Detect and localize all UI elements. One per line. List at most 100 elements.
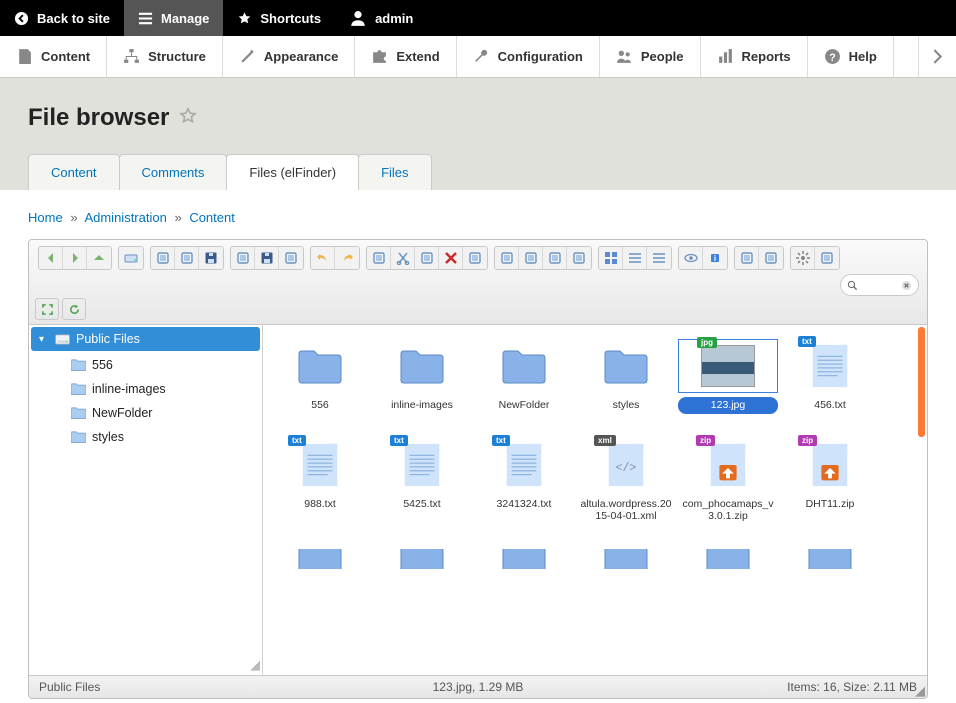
- subtab-content[interactable]: Content: [28, 154, 120, 190]
- file-item[interactable]: [372, 549, 472, 573]
- toolbar-preview-button[interactable]: [679, 247, 703, 269]
- tree-item[interactable]: NewFolder: [29, 401, 262, 425]
- file-item[interactable]: jpg123.jpg: [678, 339, 778, 414]
- file-item[interactable]: zipcom_phocamaps_v3.0.1.zip: [678, 438, 778, 525]
- cut-icon: [396, 251, 410, 265]
- tab-reports[interactable]: Reports: [701, 36, 808, 77]
- file-item[interactable]: xmlaltula.wordpress.2015-04-01.xml: [576, 438, 676, 525]
- scrollbar-thumb[interactable]: [918, 327, 925, 437]
- tab-people[interactable]: People: [600, 36, 701, 77]
- toolbar-icons-button[interactable]: [599, 247, 623, 269]
- file-thumb: txt: [474, 438, 574, 492]
- fullscreen-icon: [42, 304, 53, 315]
- subtab-files[interactable]: Files: [358, 154, 431, 190]
- shortcuts-menu[interactable]: Shortcuts: [223, 0, 335, 36]
- file-item[interactable]: [678, 549, 778, 573]
- tab-more[interactable]: [918, 36, 956, 77]
- folder-tree[interactable]: ▾ Public Files 556 inline-images NewFold…: [29, 325, 263, 675]
- forward-icon: [68, 251, 82, 265]
- crumb-content[interactable]: Content: [189, 210, 235, 225]
- toolbar-netmount-button[interactable]: [119, 247, 143, 269]
- tree-item[interactable]: inline-images: [29, 377, 262, 401]
- file-item[interactable]: [474, 549, 574, 573]
- search-clear[interactable]: [900, 279, 912, 291]
- file-item[interactable]: NewFolder: [474, 339, 574, 414]
- file-item[interactable]: txt3241324.txt: [474, 438, 574, 525]
- toolbar-newfile-button[interactable]: [175, 247, 199, 269]
- toolbar-places-button[interactable]: [791, 247, 815, 269]
- tab-appearance[interactable]: Appearance: [223, 36, 355, 77]
- toolbar-up-button[interactable]: [87, 247, 111, 269]
- tab-structure[interactable]: Structure: [107, 36, 223, 77]
- file-item[interactable]: [780, 549, 880, 573]
- file-item[interactable]: txt5425.txt: [372, 438, 472, 525]
- elfinder: ▾ Public Files 556 inline-images NewFold…: [28, 239, 928, 699]
- file-item[interactable]: styles: [576, 339, 676, 414]
- toolbar-chmod-button[interactable]: [815, 247, 839, 269]
- toolbar-group: [366, 246, 488, 270]
- toolbar-newfolder-button[interactable]: [151, 247, 175, 269]
- toolbar-undo-button[interactable]: [311, 247, 335, 269]
- user-menu[interactable]: admin: [335, 0, 427, 36]
- tree-resize-handle[interactable]: ◢: [250, 657, 260, 673]
- toolbar-cut-button[interactable]: [391, 247, 415, 269]
- toolbar-sort-button[interactable]: [647, 247, 671, 269]
- resize-grip[interactable]: ◢: [915, 683, 925, 699]
- file-thumb: [372, 339, 472, 393]
- toolbar-reload-button[interactable]: [62, 298, 86, 320]
- crumb-home[interactable]: Home: [28, 210, 63, 225]
- toolbar-copy-button[interactable]: [367, 247, 391, 269]
- folder-icon: [71, 431, 86, 443]
- folder-icon: [71, 359, 86, 371]
- toolbar-upload-button[interactable]: [199, 247, 223, 269]
- toolbar-list-button[interactable]: [623, 247, 647, 269]
- toolbar-extract-button[interactable]: [735, 247, 759, 269]
- toolbar-selectall-button[interactable]: [519, 247, 543, 269]
- toolbar-search[interactable]: [840, 274, 919, 296]
- file-item[interactable]: zipDHT11.zip: [780, 438, 880, 525]
- manage-menu[interactable]: Manage: [124, 0, 223, 36]
- crumb-administration[interactable]: Administration: [84, 210, 166, 225]
- toolbar-getfile-button[interactable]: [279, 247, 303, 269]
- tab-configuration[interactable]: Configuration: [457, 36, 600, 77]
- toolbar-duplicate-button[interactable]: [495, 247, 519, 269]
- toolbar-archive-button[interactable]: [759, 247, 783, 269]
- file-grid[interactable]: 556inline-imagesNewFolderstylesjpg123.jp…: [263, 325, 927, 675]
- toolbar-empty-button[interactable]: [463, 247, 487, 269]
- toolbar-back-button[interactable]: [39, 247, 63, 269]
- sort-icon: [652, 251, 666, 265]
- toolbar-open-button[interactable]: [231, 247, 255, 269]
- file-item[interactable]: txt456.txt: [780, 339, 880, 414]
- toolbar-forward-button[interactable]: [63, 247, 87, 269]
- toolbar-fullscreen-button[interactable]: [35, 298, 59, 320]
- file-item[interactable]: [576, 549, 676, 573]
- search-input[interactable]: [858, 279, 900, 291]
- tab-extend[interactable]: Extend: [355, 36, 456, 77]
- file-item[interactable]: [270, 549, 370, 573]
- subtab-comments[interactable]: Comments: [119, 154, 228, 190]
- tab-help[interactable]: Help: [808, 36, 894, 77]
- file-item[interactable]: 556: [270, 339, 370, 414]
- tree-collapse-icon[interactable]: ▾: [39, 334, 49, 345]
- getfile-icon: [284, 251, 298, 265]
- tree-root[interactable]: ▾ Public Files: [31, 327, 260, 351]
- file-label: 5425.txt: [372, 496, 472, 513]
- file-item[interactable]: inline-images: [372, 339, 472, 414]
- tree-item[interactable]: 556: [29, 353, 262, 377]
- toolbar-selectnone-button[interactable]: [543, 247, 567, 269]
- toolbar-selectinvert-button[interactable]: [567, 247, 591, 269]
- tab-content[interactable]: Content: [0, 36, 107, 77]
- tree-item[interactable]: styles: [29, 425, 262, 449]
- toolbar-redo-button[interactable]: [335, 247, 359, 269]
- toolbar-paste-button[interactable]: [415, 247, 439, 269]
- file-thumb: zip: [678, 438, 778, 492]
- subtab-files-elfinder[interactable]: Files (elFinder): [226, 154, 359, 190]
- elfinder-toolbar: [29, 240, 927, 325]
- upload-icon: [204, 251, 218, 265]
- toolbar-download-button[interactable]: [255, 247, 279, 269]
- toolbar-info-button[interactable]: [703, 247, 727, 269]
- favorite-toggle[interactable]: [179, 104, 197, 132]
- file-item[interactable]: txt988.txt: [270, 438, 370, 525]
- back-to-site[interactable]: Back to site: [0, 0, 124, 36]
- toolbar-rm-button[interactable]: [439, 247, 463, 269]
